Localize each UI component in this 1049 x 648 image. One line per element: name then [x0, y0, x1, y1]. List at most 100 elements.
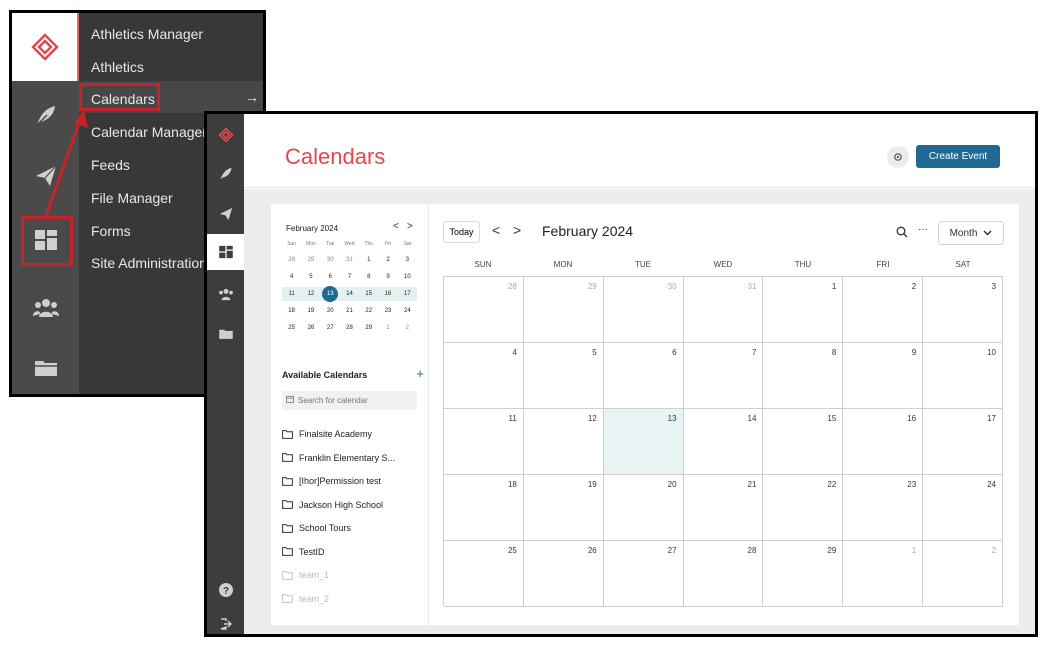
mini-day[interactable]: 31 — [340, 257, 359, 263]
menu-item-athletics[interactable]: Athletics — [91, 59, 144, 75]
mini-day[interactable]: 20 — [321, 308, 340, 314]
mini-prev-button[interactable]: < — [393, 221, 399, 232]
dashboard-icon[interactable] — [12, 215, 79, 265]
day-cell[interactable]: 22 — [763, 475, 844, 541]
mini-next-button[interactable]: > — [407, 221, 413, 232]
day-cell[interactable]: 18 — [444, 475, 524, 541]
day-cell[interactable]: 16 — [843, 409, 924, 475]
calendar-list-item[interactable]: Jackson High School — [282, 500, 383, 510]
calendar-list-item[interactable]: TestID — [282, 547, 325, 557]
mini-day[interactable]: 2 — [398, 325, 417, 331]
today-cell[interactable]: 13 — [603, 409, 684, 475]
day-cell[interactable]: 21 — [683, 475, 764, 541]
mini-day[interactable]: 22 — [359, 308, 378, 314]
day-cell[interactable]: 12 — [523, 409, 604, 475]
users-icon[interactable] — [207, 276, 244, 312]
more-options-icon[interactable]: ··· — [918, 224, 928, 235]
next-month-button[interactable]: > — [513, 222, 521, 238]
day-cell[interactable]: 26 — [523, 541, 604, 607]
today-button[interactable]: Today — [443, 221, 480, 243]
mini-selected-day[interactable]: 13 — [322, 286, 339, 302]
search-icon[interactable] — [896, 226, 908, 238]
logo-icon[interactable] — [207, 117, 244, 153]
mini-day[interactable]: 30 — [321, 257, 340, 263]
mini-day[interactable]: 17 — [398, 291, 417, 297]
mini-day[interactable]: 8 — [359, 274, 378, 280]
create-event-button[interactable]: Create Event — [916, 145, 1000, 168]
day-cell[interactable]: 3 — [923, 277, 1004, 343]
logout-icon[interactable] — [207, 606, 244, 634]
feather-icon[interactable] — [207, 156, 244, 192]
day-cell[interactable]: 5 — [523, 343, 604, 409]
paper-plane-icon[interactable] — [12, 151, 79, 201]
day-cell[interactable]: 9 — [843, 343, 924, 409]
mini-day[interactable]: 29 — [359, 325, 378, 331]
menu-item-file-manager[interactable]: File Manager — [91, 190, 173, 206]
day-cell[interactable]: 8 — [763, 343, 844, 409]
mini-day[interactable]: 26 — [301, 325, 320, 331]
help-icon[interactable]: ? — [207, 572, 244, 608]
mini-day[interactable]: 19 — [301, 308, 320, 314]
mini-day[interactable]: 9 — [378, 274, 397, 280]
mini-day[interactable]: 12 — [301, 291, 320, 297]
mini-day[interactable]: 28 — [340, 325, 359, 331]
day-cell[interactable]: 2 — [923, 541, 1004, 607]
mini-day[interactable]: 14 — [340, 291, 359, 297]
menu-item-calendars[interactable]: Calendars — [91, 91, 155, 107]
mini-day[interactable]: 27 — [321, 325, 340, 331]
day-cell[interactable]: 19 — [523, 475, 604, 541]
mini-day[interactable]: 16 — [378, 291, 397, 297]
mini-day[interactable]: 2 — [378, 257, 397, 263]
folder-icon[interactable] — [12, 343, 79, 393]
mini-day[interactable]: 7 — [340, 274, 359, 280]
calendar-list-item[interactable]: Franklin Elementary S... — [282, 453, 395, 463]
paper-plane-icon[interactable] — [207, 196, 244, 232]
day-cell[interactable]: 15 — [763, 409, 844, 475]
mini-day[interactable]: 6 — [321, 274, 340, 280]
day-cell[interactable]: 4 — [444, 343, 524, 409]
add-calendar-button[interactable]: + — [416, 366, 424, 381]
mini-day[interactable]: 24 — [398, 308, 417, 314]
day-cell[interactable]: 23 — [843, 475, 924, 541]
day-cell[interactable]: 2 — [843, 277, 924, 343]
day-cell[interactable]: 30 — [603, 277, 684, 343]
day-cell[interactable]: 11 — [444, 409, 524, 475]
day-cell[interactable]: 1 — [763, 277, 844, 343]
day-cell[interactable]: 20 — [603, 475, 684, 541]
users-icon[interactable] — [12, 283, 79, 333]
calendar-search-input[interactable] — [282, 391, 417, 410]
mini-day[interactable]: 10 — [398, 274, 417, 280]
menu-item-forms[interactable]: Forms — [91, 223, 131, 239]
menu-item-athletics-manager[interactable]: Athletics Manager — [91, 26, 203, 42]
mini-day[interactable]: 25 — [282, 325, 301, 331]
settings-button[interactable] — [887, 146, 909, 168]
day-cell[interactable]: 28 — [444, 277, 524, 343]
day-cell[interactable]: 24 — [923, 475, 1004, 541]
calendar-list-item[interactable]: team_1 — [282, 570, 329, 580]
logo-icon[interactable] — [12, 13, 79, 81]
day-cell[interactable]: 31 — [683, 277, 764, 343]
calendar-list-item[interactable]: team_2 — [282, 594, 329, 604]
mini-day[interactable]: 5 — [301, 274, 320, 280]
view-select[interactable]: Month — [938, 221, 1004, 245]
day-cell[interactable]: 1 — [843, 541, 924, 607]
mini-day[interactable]: 3 — [398, 257, 417, 263]
mini-day[interactable]: 18 — [282, 308, 301, 314]
menu-item-site-administration[interactable]: Site Administration — [91, 255, 207, 271]
dashboard-icon[interactable] — [207, 234, 244, 270]
menu-item-feeds[interactable]: Feeds — [91, 157, 130, 173]
calendar-list-item[interactable]: [Ihor]Permission test — [282, 476, 381, 486]
day-cell[interactable]: 6 — [603, 343, 684, 409]
day-cell[interactable]: 28 — [683, 541, 764, 607]
mini-day[interactable]: 4 — [282, 274, 301, 280]
mini-day[interactable]: 13 — [321, 286, 340, 302]
mini-day[interactable]: 21 — [340, 308, 359, 314]
calendar-list-item[interactable]: Finalsite Academy — [282, 429, 372, 439]
mini-day[interactable]: 1 — [378, 325, 397, 331]
day-cell[interactable]: 17 — [923, 409, 1004, 475]
prev-month-button[interactable]: < — [492, 222, 500, 238]
menu-item-calendar-manager[interactable]: Calendar Manager — [91, 124, 207, 140]
feather-icon[interactable] — [12, 91, 79, 141]
day-cell[interactable]: 29 — [763, 541, 844, 607]
day-cell[interactable]: 7 — [683, 343, 764, 409]
